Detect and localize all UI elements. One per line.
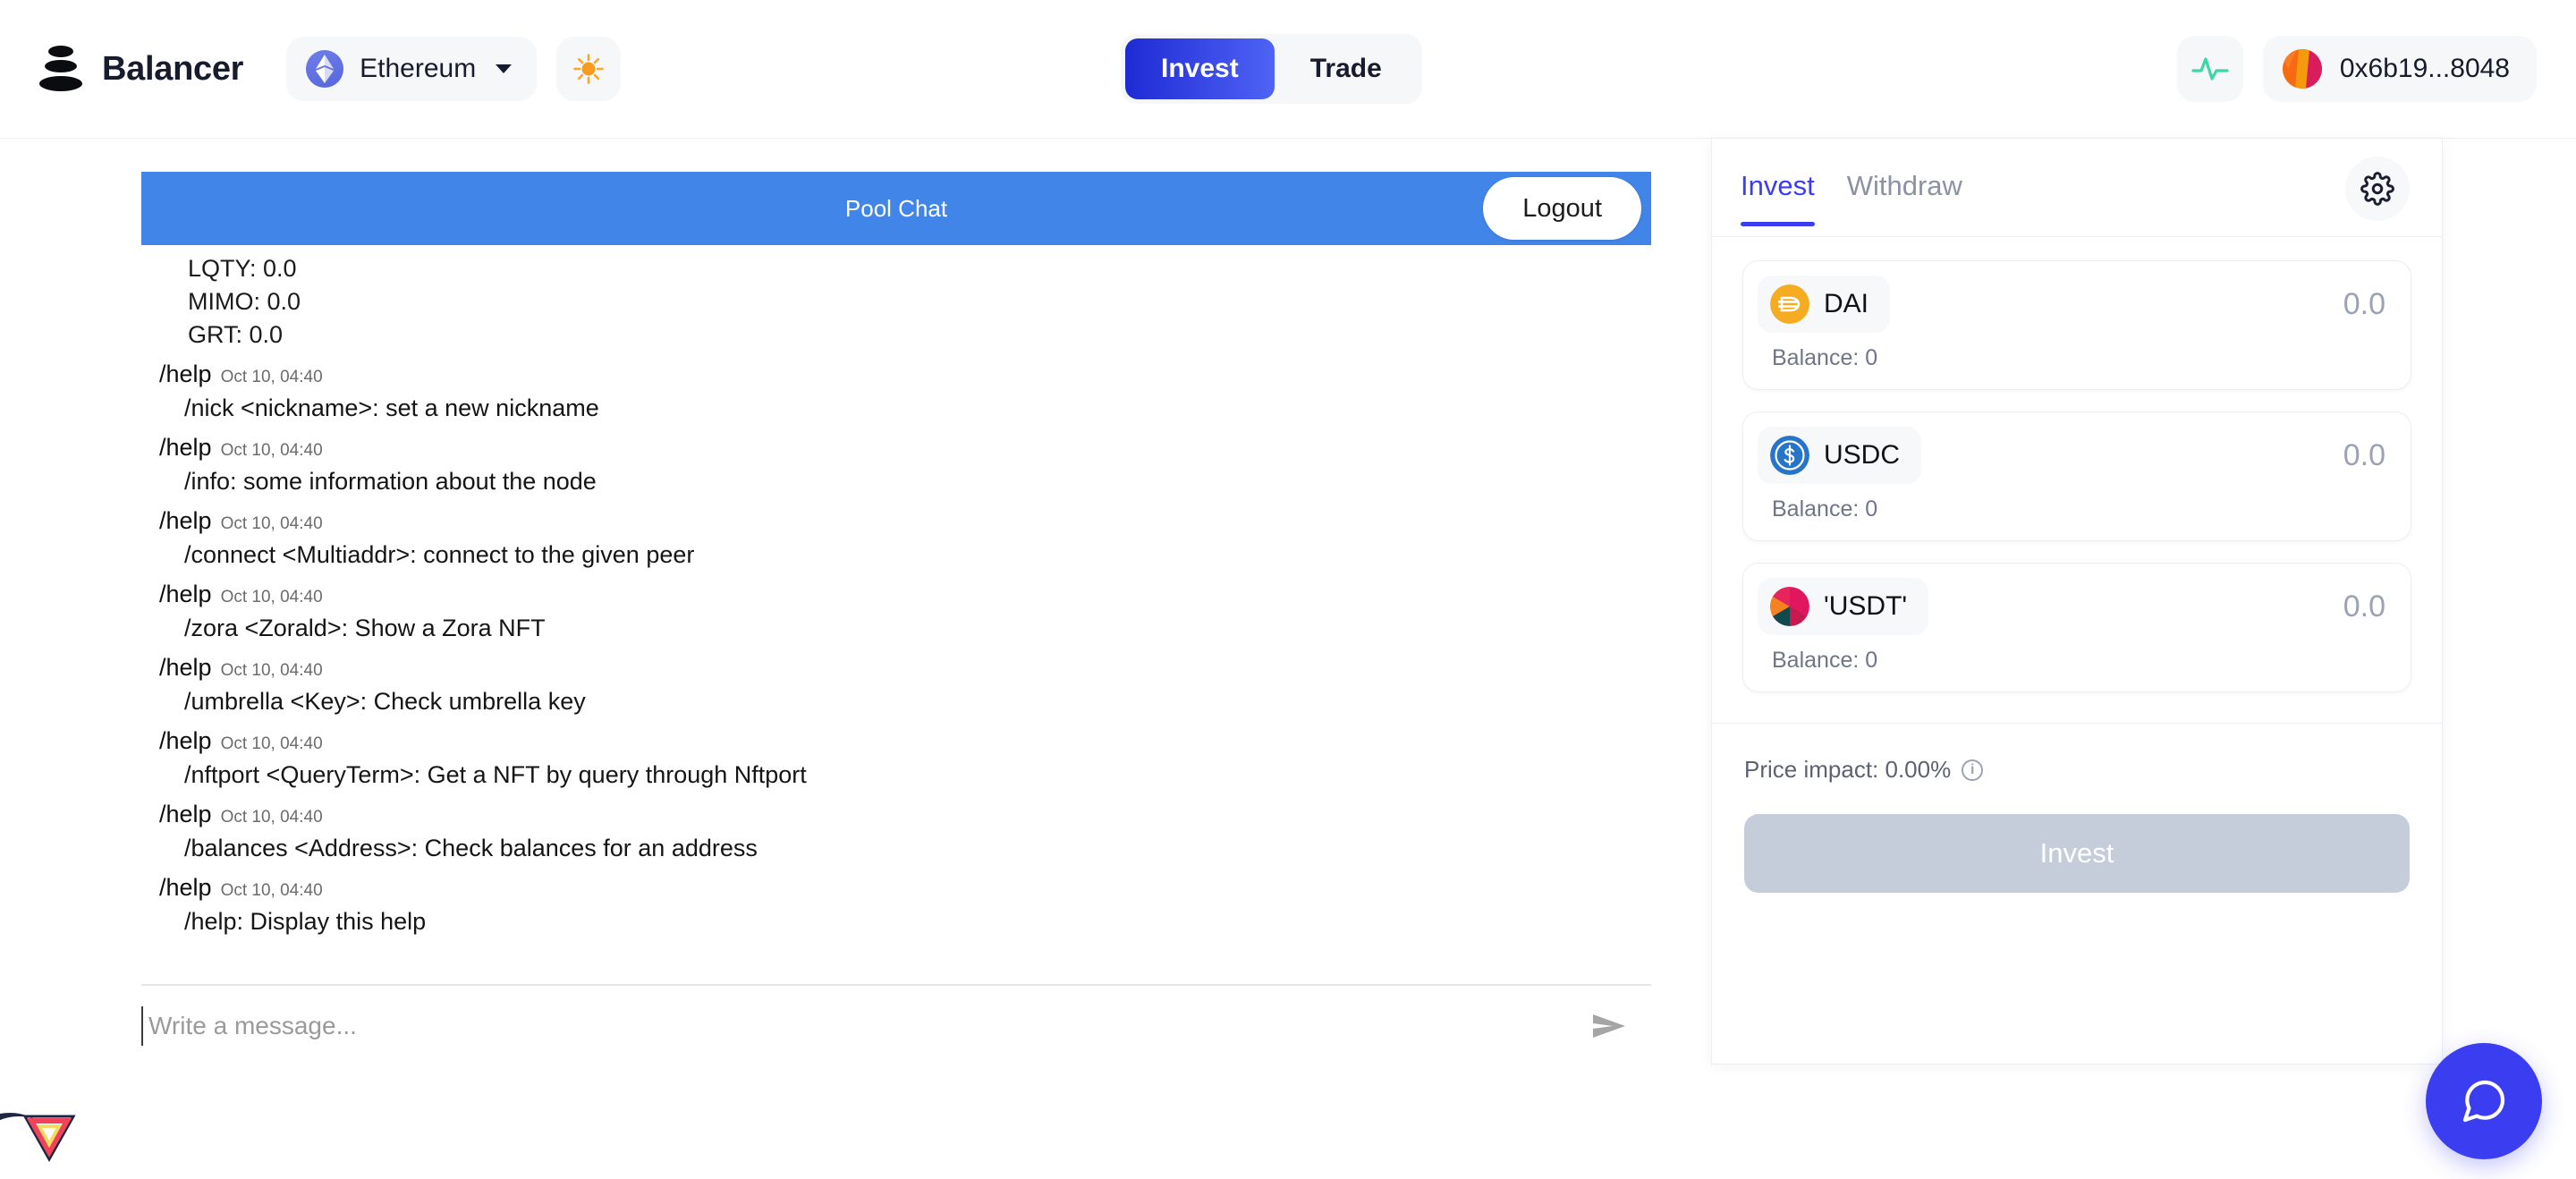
dai-icon (1770, 284, 1809, 324)
mode-switch: Invest Trade (1121, 34, 1422, 104)
chat-message-command: /help Oct 10, 04:40 (141, 425, 1651, 462)
chat-message-text: /connect <Multiaddr>: connect to the giv… (141, 535, 1651, 572)
sun-icon[interactable] (556, 37, 621, 101)
chat-message-text: /nick <nickname>: set a new nickname (141, 388, 1651, 425)
gear-icon[interactable] (2345, 157, 2410, 221)
token-balance-usdc: Balance: 0 (1758, 484, 2385, 522)
chat-message-text: /info: some information about the node (141, 462, 1651, 498)
price-impact-row: Price impact: 0.00% i (1744, 756, 2410, 784)
chat-message-text: /zora <Zorald>: Show a Zora NFT (141, 608, 1651, 645)
chat-title: Pool Chat (845, 195, 947, 223)
chevron-down-icon (496, 64, 512, 73)
token-card-dai: DAI Balance: 0 (1742, 260, 2411, 390)
usdt-icon (1770, 587, 1809, 626)
chat-header: Pool Chat Logout (141, 172, 1651, 245)
token-selector-usdc[interactable]: USDC (1758, 427, 1921, 484)
balance-line: LQTY: 0.0 (141, 252, 1651, 285)
message-timestamp: Oct 10, 04:40 (221, 734, 323, 754)
jazzicon-avatar (2283, 49, 2322, 89)
chat-message-text: /nftport <QueryTerm>: Get a NFT by query… (141, 755, 1651, 792)
token-amount-input-dai[interactable] (2171, 287, 2385, 322)
chat-message-command: /help Oct 10, 04:40 (141, 718, 1651, 755)
pulse-icon[interactable] (2177, 36, 2243, 102)
invest-tabs: Invest Withdraw (1712, 139, 2442, 237)
ethereum-icon (306, 50, 343, 88)
message-timestamp: Oct 10, 04:40 (221, 588, 323, 607)
mode-tab-invest[interactable]: Invest (1125, 38, 1275, 99)
command-name: /help (159, 507, 212, 535)
info-icon[interactable]: i (1962, 759, 1983, 781)
price-impact-label: Price impact: 0.00% (1744, 756, 1951, 784)
message-timestamp: Oct 10, 04:40 (221, 514, 323, 534)
command-name: /help (159, 360, 212, 388)
invest-submit-button[interactable]: Invest (1744, 814, 2410, 893)
chat-message-text: /balances <Address>: Check balances for … (141, 828, 1651, 865)
network-label: Ethereum (360, 54, 476, 84)
message-timestamp: Oct 10, 04:40 (221, 441, 323, 461)
chat-message-command: /help Oct 10, 04:40 (141, 572, 1651, 608)
brand-name: Balancer (102, 50, 243, 89)
chat-composer (141, 984, 1651, 1066)
message-timestamp: Oct 10, 04:40 (221, 881, 323, 901)
chat-message-command: /help Oct 10, 04:40 (141, 498, 1651, 535)
chat-message-command: /help Oct 10, 04:40 (141, 352, 1651, 388)
message-timestamp: Oct 10, 04:40 (221, 368, 323, 387)
account-pill[interactable]: 0x6b19...8048 (2263, 36, 2537, 102)
command-name: /help (159, 434, 212, 462)
account-address: 0x6b19...8048 (2340, 54, 2510, 84)
logout-button[interactable]: Logout (1483, 177, 1641, 240)
message-timestamp: Oct 10, 04:40 (221, 808, 323, 827)
command-name: /help (159, 727, 212, 755)
tab-invest[interactable]: Invest (1741, 170, 1815, 225)
pool-chat-panel: Pool Chat Logout LQTY: 0.0 MIMO: 0.0 GRT… (141, 172, 1651, 1066)
invest-summary: Price impact: 0.00% i Invest (1712, 723, 2442, 893)
send-arrow-icon[interactable] (1581, 998, 1637, 1054)
mode-tab-trade[interactable]: Trade (1275, 38, 1418, 99)
token-symbol: USDC (1824, 440, 1900, 471)
chat-message-list[interactable]: LQTY: 0.0 MIMO: 0.0 GRT: 0.0 /help Oct 1… (141, 245, 1651, 984)
token-selector-usdt[interactable]: 'USDT' (1758, 578, 1928, 635)
token-selector-dai[interactable]: DAI (1758, 276, 1890, 333)
usdc-icon (1770, 436, 1809, 475)
balance-line: MIMO: 0.0 (141, 285, 1651, 318)
command-name: /help (159, 801, 212, 828)
token-row: USDC (1758, 427, 2385, 484)
token-amount-input-usdc[interactable] (2171, 438, 2385, 473)
token-symbol: DAI (1824, 289, 1868, 319)
chat-bubble-icon[interactable] (2426, 1043, 2542, 1159)
token-amount-input-usdt[interactable] (2171, 590, 2385, 624)
command-name: /help (159, 874, 212, 902)
balance-line: GRT: 0.0 (141, 318, 1651, 352)
tab-withdraw[interactable]: Withdraw (1847, 170, 1962, 225)
token-symbol: 'USDT' (1824, 591, 1907, 622)
app-header: Balancer Ethereum (0, 0, 2576, 139)
token-card-usdt: 'USDT' Balance: 0 (1742, 563, 2411, 692)
command-name: /help (159, 654, 212, 682)
v-logo-icon[interactable] (20, 1104, 79, 1163)
token-card-usdc: USDC Balance: 0 (1742, 411, 2411, 541)
token-balance-dai: Balance: 0 (1758, 333, 2385, 371)
token-input-list: DAI Balance: 0 USDC (1712, 237, 2442, 714)
message-timestamp: Oct 10, 04:40 (221, 661, 323, 681)
token-row: 'USDT' (1758, 578, 2385, 635)
network-selector[interactable]: Ethereum (286, 37, 537, 101)
token-balance-usdt: Balance: 0 (1758, 635, 2385, 674)
command-name: /help (159, 581, 212, 608)
brand: Balancer (39, 46, 243, 92)
chat-message-text: /help: Display this help (141, 902, 1651, 938)
invest-panel: Invest Withdraw (1711, 139, 2443, 1064)
chat-message-text: /umbrella <Key>: Check umbrella key (141, 682, 1651, 718)
header-right: 0x6b19...8048 (2177, 36, 2537, 102)
message-input[interactable] (141, 1006, 1581, 1046)
token-row: DAI (1758, 276, 2385, 333)
chat-message-command: /help Oct 10, 04:40 (141, 645, 1651, 682)
chat-message-command: /help Oct 10, 04:40 (141, 865, 1651, 902)
balancer-stones-icon (39, 46, 82, 92)
chat-message-command: /help Oct 10, 04:40 (141, 792, 1651, 828)
